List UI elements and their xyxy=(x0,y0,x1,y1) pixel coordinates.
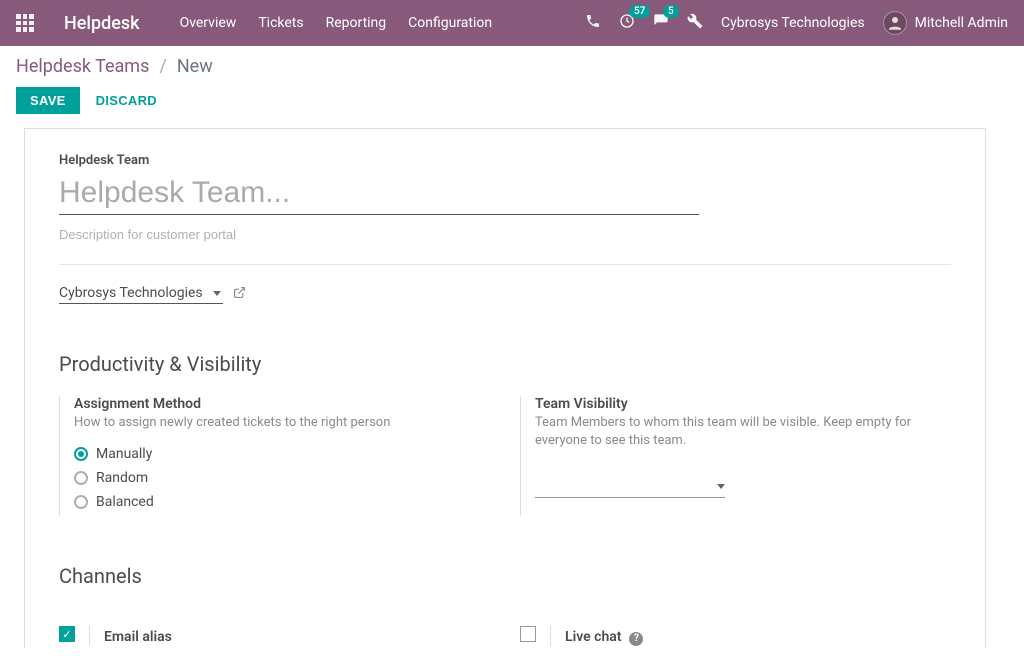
company-select-value: Cybrosys Technologies xyxy=(59,285,203,301)
form-scroll-region[interactable]: Helpdesk Team Cybrosys Technologies Prod… xyxy=(24,128,1008,648)
chevron-down-icon xyxy=(717,484,725,489)
team-visibility-input[interactable] xyxy=(535,476,725,498)
assignment-method-subtitle: How to assign newly created tickets to t… xyxy=(74,414,490,432)
nav-reporting[interactable]: Reporting xyxy=(326,15,387,31)
nav-menu: Overview Tickets Reporting Configuration xyxy=(180,15,493,31)
breadcrumb-sep: / xyxy=(159,56,166,77)
form-sheet: Helpdesk Team Cybrosys Technologies Prod… xyxy=(24,128,986,648)
external-link-icon[interactable] xyxy=(233,286,246,303)
live-chat-checkbox[interactable] xyxy=(520,626,536,642)
assignment-method-block: Assignment Method How to assign newly cr… xyxy=(59,396,490,516)
channel-live-chat-block: Live chat ? xyxy=(520,608,951,648)
radio-icon xyxy=(74,447,88,461)
team-visibility-block: Team Visibility Team Members to whom thi… xyxy=(520,396,951,516)
nav-configuration[interactable]: Configuration xyxy=(408,15,492,31)
radio-label: Random xyxy=(96,470,148,486)
email-alias-label: Email alias xyxy=(104,629,172,645)
nav-tickets[interactable]: Tickets xyxy=(258,15,303,31)
user-menu[interactable]: Mitchell Admin xyxy=(883,11,1008,35)
company-switcher[interactable]: Cybrosys Technologies xyxy=(721,15,865,31)
apps-launcher-icon[interactable] xyxy=(16,14,34,32)
avatar-icon xyxy=(883,11,907,35)
user-name: Mitchell Admin xyxy=(915,15,1008,31)
breadcrumb-root[interactable]: Helpdesk Teams xyxy=(16,56,149,77)
team-visibility-subtitle: Team Members to whom this team will be v… xyxy=(535,414,951,450)
messages-icon[interactable]: 5 xyxy=(653,13,669,33)
section-productivity-title: Productivity & Visibility xyxy=(59,352,951,376)
assignment-radio-balanced[interactable]: Balanced xyxy=(74,494,490,510)
live-chat-label: Live chat xyxy=(565,629,621,645)
save-button[interactable]: SAVE xyxy=(16,87,80,114)
discard-button[interactable]: DISCARD xyxy=(96,93,157,108)
assignment-radio-random[interactable]: Random xyxy=(74,470,490,486)
help-icon[interactable]: ? xyxy=(629,632,643,646)
top-nav: Helpdesk Overview Tickets Reporting Conf… xyxy=(0,0,1024,46)
team-description-input[interactable] xyxy=(59,223,951,246)
assignment-method-title: Assignment Method xyxy=(74,396,490,412)
divider xyxy=(59,264,951,265)
activity-badge: 57 xyxy=(629,5,650,18)
activity-icon[interactable]: 57 xyxy=(619,13,635,33)
app-brand[interactable]: Helpdesk xyxy=(64,13,140,34)
radio-label: Balanced xyxy=(96,494,154,510)
team-name-label: Helpdesk Team xyxy=(59,153,951,168)
messages-badge: 5 xyxy=(663,5,679,18)
channel-email-alias-block: ✓ Email alias xyxy=(59,608,490,648)
breadcrumb: Helpdesk Teams / New xyxy=(16,56,1008,77)
debug-tools-icon[interactable] xyxy=(687,13,703,33)
chevron-down-icon xyxy=(213,291,221,296)
nav-right: 57 5 Cybrosys Technologies Mitchell Admi… xyxy=(585,11,1008,35)
breadcrumb-current: New xyxy=(177,56,213,77)
control-panel: Helpdesk Teams / New SAVE DISCARD xyxy=(0,46,1024,128)
radio-icon xyxy=(74,471,88,485)
radio-icon xyxy=(74,495,88,509)
company-select[interactable]: Cybrosys Technologies xyxy=(59,285,223,304)
phone-icon[interactable] xyxy=(585,13,601,33)
team-visibility-title: Team Visibility xyxy=(535,396,951,412)
team-name-input[interactable] xyxy=(59,172,699,215)
section-channels-title: Channels xyxy=(59,564,951,588)
email-alias-checkbox[interactable]: ✓ xyxy=(59,626,75,642)
nav-overview[interactable]: Overview xyxy=(180,15,237,31)
assignment-radio-manually[interactable]: Manually xyxy=(74,446,490,462)
radio-label: Manually xyxy=(96,446,152,462)
